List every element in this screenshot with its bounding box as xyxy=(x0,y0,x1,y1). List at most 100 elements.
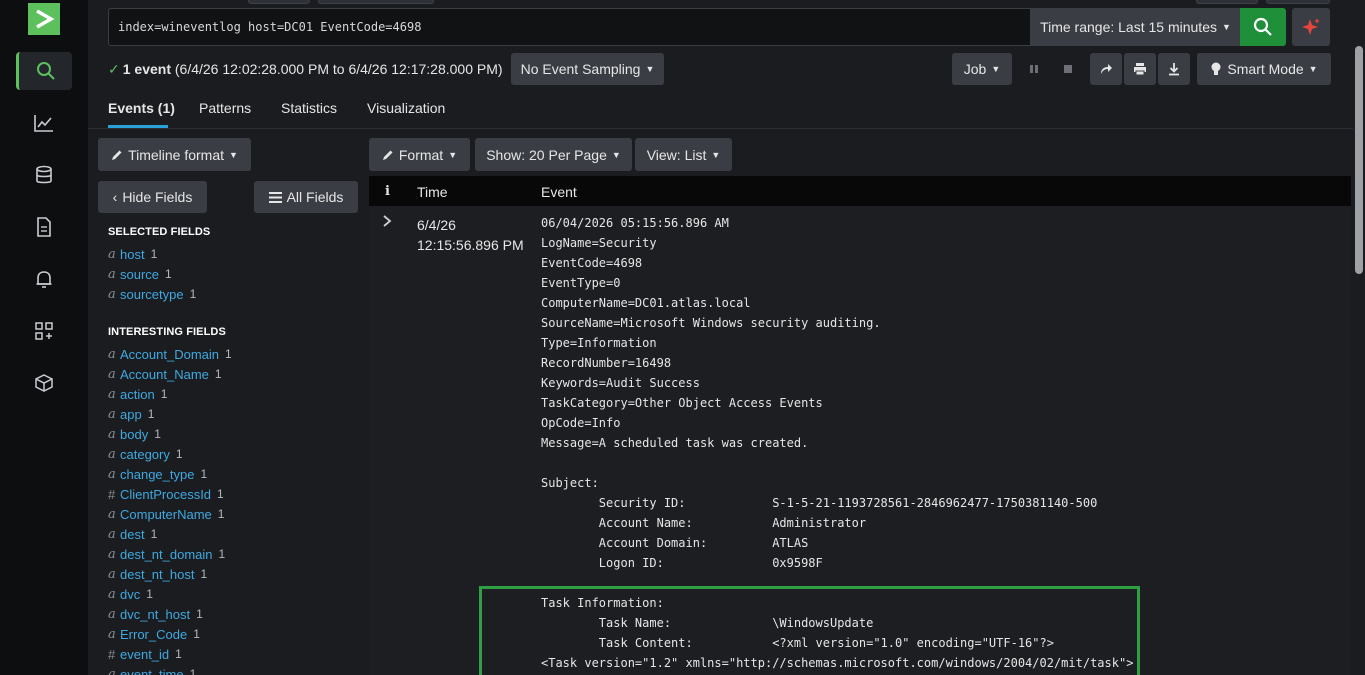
print-button[interactable] xyxy=(1124,53,1156,85)
nav-reports-icon[interactable] xyxy=(16,208,72,246)
field-item[interactable]: a action 1 xyxy=(108,385,167,403)
view-mode-dropdown[interactable]: View: List ▼ xyxy=(635,138,732,171)
field-name-link[interactable]: event_time xyxy=(120,667,184,675)
top-stub-button[interactable] xyxy=(1266,0,1330,4)
field-value-count: 1 xyxy=(200,467,208,481)
export-button[interactable] xyxy=(1158,53,1190,85)
field-item[interactable]: a dvc_nt_host 1 xyxy=(108,605,203,623)
field-type-icon: a xyxy=(108,526,116,542)
field-name-link[interactable]: body xyxy=(120,427,148,442)
field-value-count: 1 xyxy=(218,547,226,561)
nav-dashboards-icon[interactable] xyxy=(16,104,72,142)
field-value-count: 1 xyxy=(150,527,158,541)
field-type-icon: a xyxy=(108,566,116,582)
caret-down-icon: ▼ xyxy=(645,64,655,74)
field-item[interactable]: a change_type 1 xyxy=(108,465,207,483)
field-name-link[interactable]: dvc_nt_host xyxy=(120,607,190,622)
field-name-link[interactable]: ClientProcessId xyxy=(120,487,211,502)
search-submit-button[interactable] xyxy=(1240,8,1286,46)
caret-down-icon: ▼ xyxy=(448,149,458,160)
field-value-count: 1 xyxy=(217,507,225,521)
field-name-link[interactable]: host xyxy=(120,247,145,262)
hide-fields-button[interactable]: ‹ Hide Fields xyxy=(98,181,207,213)
event-raw-line: 06/04/2026 05:15:56.896 AM xyxy=(541,216,729,230)
stop-icon[interactable] xyxy=(1058,53,1078,85)
search-query-input[interactable]: index=wineventlog host=DC01 EventCode=46… xyxy=(108,8,1031,46)
top-stub-button[interactable] xyxy=(318,0,434,4)
event-time-cell: 6/4/26 12:15:56.896 PM xyxy=(417,215,524,255)
field-name-link[interactable]: app xyxy=(120,407,142,422)
field-item[interactable]: a body 1 xyxy=(108,425,161,443)
nav-apps-grid-icon[interactable] xyxy=(16,312,72,350)
field-value-count: 1 xyxy=(200,567,208,581)
print-icon xyxy=(1134,63,1146,76)
time-range-label: Time range: Last 15 minutes xyxy=(1040,19,1217,35)
events-table-header xyxy=(369,176,1351,206)
pause-icon[interactable] xyxy=(1024,53,1044,85)
field-item[interactable]: a Account_Name 1 xyxy=(108,365,222,383)
tab-events[interactable]: Events (1) xyxy=(108,100,175,116)
field-name-link[interactable]: Account_Name xyxy=(120,367,209,382)
event-sampling-dropdown[interactable]: No Event Sampling ▼ xyxy=(511,53,664,85)
field-name-link[interactable]: dest_nt_domain xyxy=(120,547,213,562)
format-dropdown[interactable]: Format ▼ xyxy=(369,138,470,171)
field-item[interactable]: # event_id 1 xyxy=(108,645,182,663)
search-query-text: index=wineventlog host=DC01 EventCode=46… xyxy=(118,20,422,34)
top-stub-button[interactable] xyxy=(1196,0,1258,4)
field-name-link[interactable]: source xyxy=(120,267,159,282)
field-name-link[interactable]: category xyxy=(120,447,170,462)
field-name-link[interactable]: dvc xyxy=(120,587,140,602)
field-item[interactable]: a dest_nt_domain 1 xyxy=(108,545,225,563)
field-item[interactable]: a app 1 xyxy=(108,405,154,423)
field-item[interactable]: a ComputerName 1 xyxy=(108,505,224,523)
field-name-link[interactable]: sourcetype xyxy=(120,287,184,302)
all-fields-button[interactable]: All Fields xyxy=(254,181,358,213)
field-item[interactable]: a host 1 xyxy=(108,245,157,263)
field-item[interactable]: a event_time 1 xyxy=(108,665,196,675)
field-item[interactable]: a dest 1 xyxy=(108,525,157,543)
field-item[interactable]: a Account_Domain 1 xyxy=(108,345,232,363)
tab-visualization[interactable]: Visualization xyxy=(367,100,445,116)
field-name-link[interactable]: dest xyxy=(120,527,145,542)
field-item[interactable]: a sourcetype 1 xyxy=(108,285,196,303)
field-value-count: 1 xyxy=(196,607,203,621)
nav-package-cube-icon[interactable] xyxy=(16,364,72,402)
tab-patterns[interactable]: Patterns xyxy=(199,100,251,116)
field-value-count: 1 xyxy=(146,587,153,601)
share-icon xyxy=(1101,64,1112,74)
tab-statistics[interactable]: Statistics xyxy=(281,100,337,116)
nav-alerts-bell-icon[interactable] xyxy=(16,260,72,298)
field-name-link[interactable]: Error_Code xyxy=(120,627,187,642)
all-fields-label: All Fields xyxy=(286,189,344,205)
field-name-link[interactable]: Account_Domain xyxy=(120,347,219,362)
field-item[interactable]: # ClientProcessId 1 xyxy=(108,485,224,503)
field-name-link[interactable]: change_type xyxy=(120,467,194,482)
field-name-link[interactable]: ComputerName xyxy=(120,507,212,522)
field-item[interactable]: a Error_Code 1 xyxy=(108,625,200,643)
field-type-icon: a xyxy=(108,546,116,562)
timeline-format-dropdown[interactable]: Timeline format ▼ xyxy=(98,138,251,171)
field-name-link[interactable]: event_id xyxy=(120,647,169,662)
chevron-left-icon: ‹ xyxy=(112,189,118,205)
results-per-page-dropdown[interactable]: Show: 20 Per Page ▼ xyxy=(475,138,632,171)
field-item[interactable]: a dvc 1 xyxy=(108,585,153,603)
field-name-link[interactable]: dest_nt_host xyxy=(120,567,194,582)
share-button[interactable] xyxy=(1090,53,1122,85)
expand-event-chevron-icon[interactable] xyxy=(382,214,392,230)
job-dropdown[interactable]: Job ▼ xyxy=(952,53,1012,85)
time-column-header[interactable]: Time xyxy=(417,184,448,200)
field-name-link[interactable]: action xyxy=(120,387,155,402)
field-item[interactable]: a source 1 xyxy=(108,265,172,283)
top-stub-button[interactable] xyxy=(248,0,310,4)
field-item[interactable]: a dest_nt_host 1 xyxy=(108,565,207,583)
field-item[interactable]: a category 1 xyxy=(108,445,183,463)
page-scrollbar-thumb[interactable] xyxy=(1355,46,1363,274)
field-type-icon: a xyxy=(108,246,116,262)
nav-datasets-icon[interactable] xyxy=(16,156,72,194)
ai-assistant-button[interactable] xyxy=(1292,8,1330,46)
nav-search-icon[interactable] xyxy=(16,52,72,90)
search-mode-dropdown[interactable]: Smart Mode ▼ xyxy=(1197,53,1331,85)
splunk-logo-icon[interactable] xyxy=(28,3,60,35)
time-range-picker[interactable]: Time range: Last 15 minutes ▼ xyxy=(1031,8,1240,46)
list-icon xyxy=(268,191,282,203)
